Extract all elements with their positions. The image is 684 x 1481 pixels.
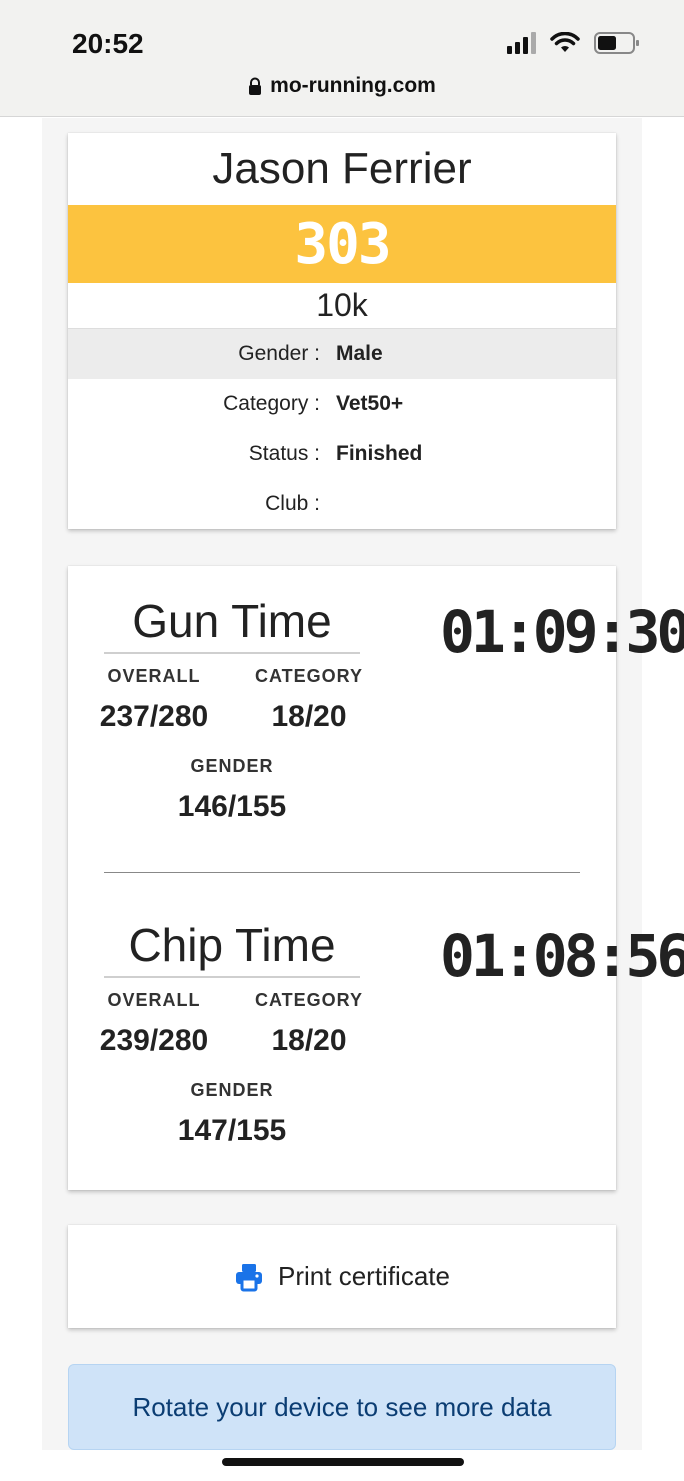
- gun-time-value: 01:09:30: [440, 598, 684, 666]
- cellular-signal-icon: [507, 32, 536, 54]
- alert-text: Rotate your device to see more data: [132, 1391, 552, 1422]
- rotate-device-alert: Rotate your device to see more data: [68, 1364, 616, 1450]
- race-name: 10k: [68, 283, 616, 329]
- battery-icon: [594, 32, 639, 54]
- status-icons: [507, 32, 640, 54]
- lock-icon: [249, 77, 262, 95]
- gun-time-title: Gun Time: [104, 594, 360, 654]
- runner-name: Jason Ferrier: [212, 144, 472, 193]
- section-divider: [104, 872, 580, 873]
- gender-label: GENDER: [190, 756, 274, 776]
- print-certificate-label: Print certificate: [278, 1261, 450, 1291]
- info-row-club: Club :: [68, 479, 616, 529]
- runner-card: Jason Ferrier 303 10k Gender : Male Cate…: [68, 133, 616, 529]
- url-text: mo-running.com: [270, 74, 436, 97]
- info-value: Male: [336, 342, 383, 365]
- category-rank: 18/20: [271, 1024, 347, 1057]
- info-row-category: Category : Vet50+: [68, 379, 616, 429]
- chip-time-value: 01:08:56: [440, 922, 684, 990]
- browser-top-bar: 20:52 mo-running.com: [0, 0, 684, 117]
- wifi-icon: [550, 32, 580, 52]
- printer-icon: [236, 1263, 263, 1291]
- info-row-status: Status : Finished: [68, 429, 616, 479]
- info-row-gender: Gender : Male: [68, 329, 616, 379]
- url-bar[interactable]: mo-running.com: [0, 74, 684, 98]
- info-value: Vet50+: [336, 392, 404, 415]
- print-certificate-button[interactable]: Print certificate: [68, 1225, 616, 1328]
- overall-rank: 239/280: [99, 1024, 209, 1057]
- category-label: CATEGORY: [254, 990, 363, 1010]
- overall-label: OVERALL: [107, 990, 201, 1010]
- gender-rank: 146/155: [177, 790, 287, 823]
- category-label: CATEGORY: [254, 666, 363, 686]
- gender-label: GENDER: [190, 1080, 274, 1100]
- info-label: Club :: [265, 492, 320, 515]
- overall-label: OVERALL: [107, 666, 201, 686]
- times-card: Gun Time 01:09:30 OVERALL CATEGORY 237/2…: [68, 566, 684, 1190]
- category-rank: 18/20: [271, 700, 347, 733]
- bib-number: 303: [68, 205, 616, 283]
- home-indicator[interactable]: [222, 1458, 464, 1466]
- gender-rank: 147/155: [177, 1114, 287, 1147]
- overall-rank: 237/280: [99, 700, 209, 733]
- chip-time-title: Chip Time: [104, 918, 360, 978]
- status-time: 20:52: [72, 28, 144, 59]
- info-label: Gender :: [238, 342, 320, 365]
- info-value: Finished: [336, 442, 423, 465]
- info-label: Category :: [223, 392, 320, 415]
- info-label: Status :: [248, 442, 320, 465]
